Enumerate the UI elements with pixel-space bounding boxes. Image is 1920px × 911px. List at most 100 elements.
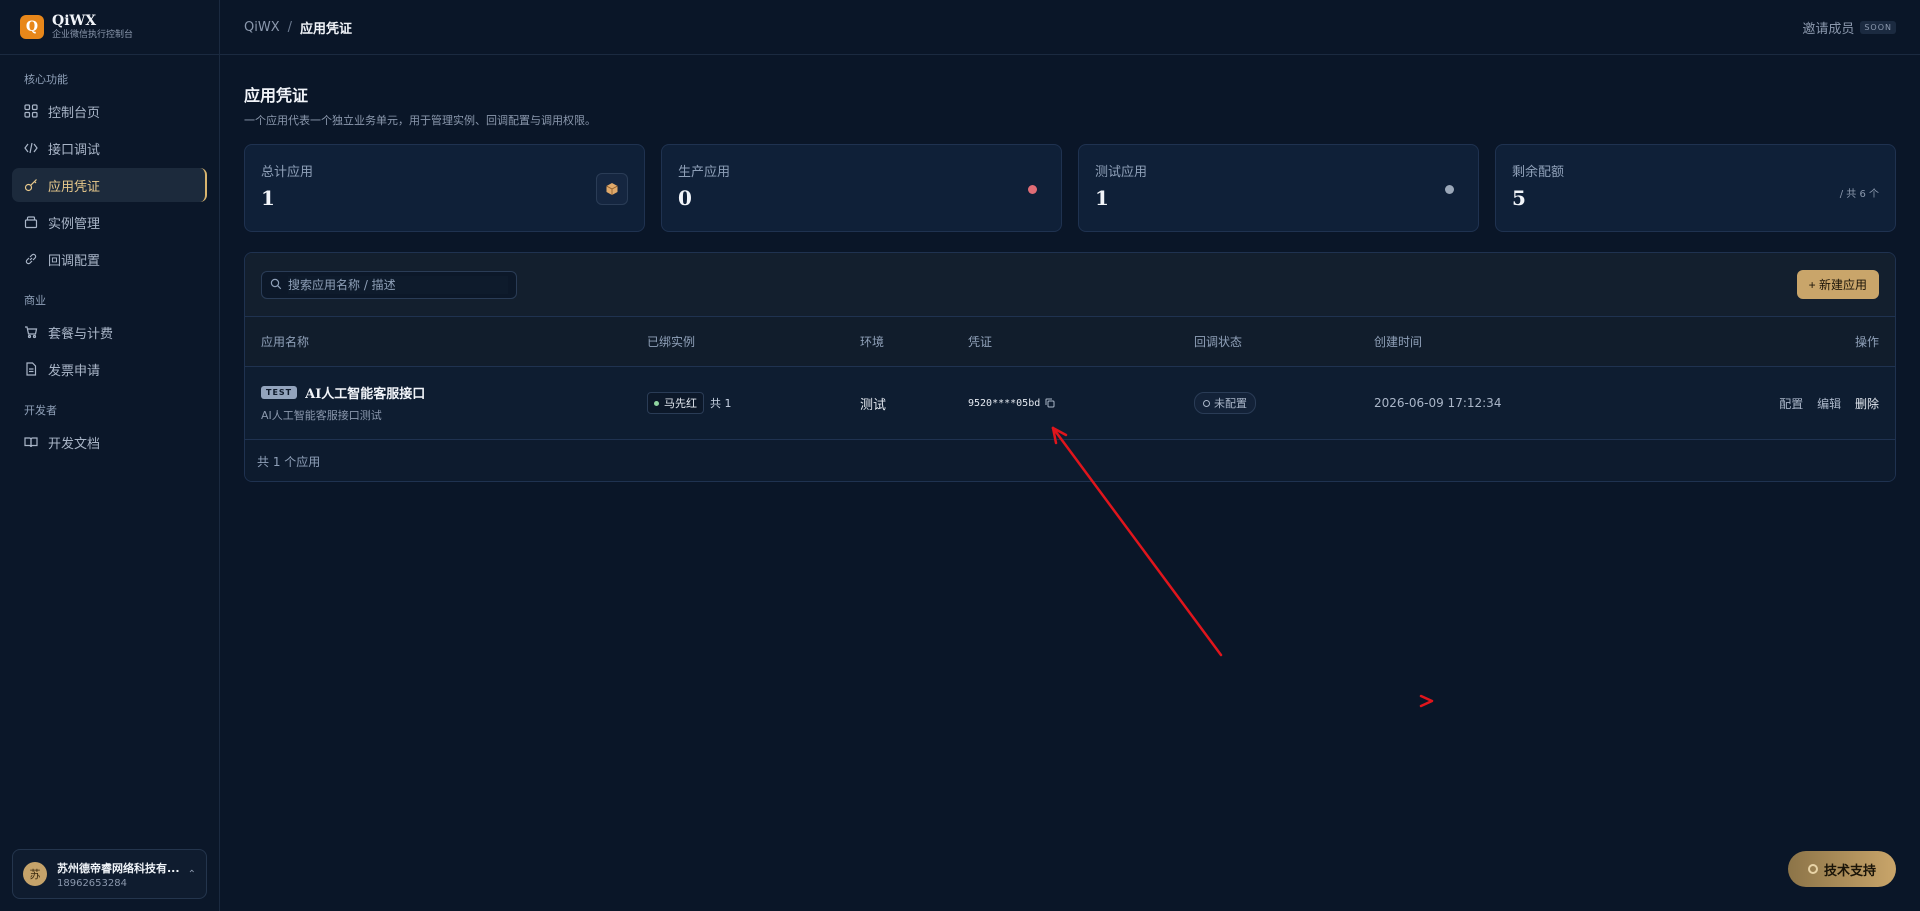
column-header: 操作 xyxy=(1854,335,1879,349)
search-icon xyxy=(270,275,282,294)
stat-label: 测试应用 xyxy=(1095,165,1148,180)
book-icon xyxy=(24,435,38,449)
table-row[interactable]: TEST AI人工智能客服接口 AI人工智能客服接口测试 马先红 共 1 测试 … xyxy=(245,367,1895,440)
support-icon xyxy=(1807,864,1818,874)
instance-chip[interactable]: 马先红 xyxy=(647,392,704,414)
column-header: 应用名称 xyxy=(261,335,310,349)
search-box xyxy=(261,270,517,299)
sidebar-item-callback[interactable]: 回调配置 xyxy=(12,242,207,276)
app-description: AI人工智能客服接口测试 xyxy=(261,409,382,422)
instance-name: 马先红 xyxy=(664,397,697,410)
stat-value: 1 xyxy=(261,186,275,210)
sidebar-item-dashboard[interactable]: 控制台页 xyxy=(12,94,207,128)
sidebar-item-credentials[interactable]: 应用凭证 xyxy=(12,168,207,202)
sidebar: Q QiWX 企业微信执行控制台 核心功能 控制台页 接口调试 应用凭证 实例管… xyxy=(0,0,220,911)
app-name[interactable]: AI人工智能客服接口 xyxy=(305,383,425,402)
invite-label: 邀请成员 xyxy=(1802,21,1855,37)
callback-status: 未配置 xyxy=(1214,397,1247,411)
quota-note: / 共 6 个 xyxy=(1839,189,1879,200)
stat-label: 生产应用 xyxy=(678,165,731,180)
page-description: 一个应用代表一个独立业务单元，用于管理实例、回调配置与调用权限。 xyxy=(244,114,596,127)
nav-section-core: 核心功能 控制台页 接口调试 应用凭证 实例管理 回调配置 xyxy=(0,69,219,276)
link-icon xyxy=(24,252,38,266)
brand-logo: Q xyxy=(20,15,44,39)
created-time: 2026-06-09 17:12:34 xyxy=(1374,396,1502,410)
user-card[interactable]: 苏 苏州德帝睿网络科技有... 18962653284 ⌃ xyxy=(12,849,207,899)
circle-icon xyxy=(1203,399,1210,407)
chevron-up-icon[interactable]: ⌃ xyxy=(188,869,196,880)
topbar: QiWX / 应用凭证 邀请成员 SOON xyxy=(220,0,1920,55)
table-header: 应用名称 已绑实例 环境 凭证 回调状态 创建时间 操作 xyxy=(245,317,1895,367)
nav-section-business: 商业 套餐与计费 发票申请 xyxy=(0,290,219,386)
sidebar-item-label: 控制台页 xyxy=(48,105,101,121)
stat-card-quota: 剩余配额 5 / 共 6 个 xyxy=(1495,144,1896,232)
support-label: 技术支持 xyxy=(1823,863,1876,879)
user-phone: 18962653284 xyxy=(57,877,127,889)
document-icon xyxy=(24,362,38,376)
avatar: 苏 xyxy=(23,862,47,886)
search-input[interactable] xyxy=(288,275,508,294)
sidebar-item-billing[interactable]: 套餐与计费 xyxy=(12,315,207,349)
configure-button[interactable]: 配置 xyxy=(1779,397,1803,411)
sidebar-item-label: 开发文档 xyxy=(48,436,101,452)
callback-status-badge: 未配置 xyxy=(1194,392,1256,415)
nav-heading: 核心功能 xyxy=(24,73,68,86)
new-app-button[interactable]: + 新建应用 xyxy=(1796,270,1879,299)
nav-heading: 商业 xyxy=(24,294,46,307)
annotation-chevron xyxy=(1419,694,1434,708)
credential-cell: 9520****05bd xyxy=(968,398,1194,409)
online-dot xyxy=(654,400,659,406)
delete-button[interactable]: 删除 xyxy=(1855,397,1879,411)
sidebar-item-invoice[interactable]: 发票申请 xyxy=(12,352,207,386)
code-icon xyxy=(24,141,38,155)
column-header: 创建时间 xyxy=(1374,335,1423,349)
copy-icon[interactable] xyxy=(1045,398,1055,408)
edit-button[interactable]: 编辑 xyxy=(1817,397,1841,411)
env-value: 测试 xyxy=(860,397,887,413)
stat-label: 剩余配额 xyxy=(1512,165,1565,180)
status-dot xyxy=(1445,185,1454,194)
stat-value: 5 xyxy=(1512,186,1526,210)
sidebar-item-docs[interactable]: 开发文档 xyxy=(12,425,207,459)
table-footer: 共 1 个应用 xyxy=(245,440,1895,481)
stat-value: 0 xyxy=(678,186,692,210)
brand[interactable]: Q QiWX 企业微信执行控制台 xyxy=(0,0,219,55)
stat-label: 总计应用 xyxy=(261,165,314,180)
nav-section-developer: 开发者 开发文档 xyxy=(0,400,219,459)
invite-members-button[interactable]: 邀请成员 SOON xyxy=(1802,18,1896,37)
instance-cell: 马先红 共 1 xyxy=(647,392,860,414)
stat-card-total: 总计应用 1 xyxy=(244,144,645,232)
page-title: 应用凭证 xyxy=(244,86,309,105)
column-header: 环境 xyxy=(860,335,885,349)
panel-toolbar: + 新建应用 xyxy=(245,253,1895,317)
grid-icon xyxy=(24,104,38,118)
main-content: 应用凭证 一个应用代表一个独立业务单元，用于管理实例、回调配置与调用权限。 总计… xyxy=(244,55,1896,482)
soon-badge: SOON xyxy=(1860,20,1896,34)
sidebar-item-label: 回调配置 xyxy=(48,253,101,269)
brand-title: QiWX xyxy=(52,13,97,29)
sidebar-item-label: 套餐与计费 xyxy=(48,326,114,342)
tech-support-button[interactable]: 技术支持 xyxy=(1788,851,1896,887)
breadcrumb-current: 应用凭证 xyxy=(300,21,353,37)
credential-value: 9520****05bd xyxy=(968,397,1041,409)
actions-cell: 配置 编辑 删除 xyxy=(1674,395,1879,412)
breadcrumb-separator: / xyxy=(287,19,292,35)
app-name-cell: TEST AI人工智能客服接口 AI人工智能客服接口测试 xyxy=(261,383,647,423)
nav-heading: 开发者 xyxy=(24,404,57,417)
env-tag: TEST xyxy=(261,386,298,399)
status-dot xyxy=(1028,185,1037,194)
instance-total: 共 1 xyxy=(710,397,732,410)
stat-card-production: 生产应用 0 xyxy=(661,144,1062,232)
sidebar-item-label: 实例管理 xyxy=(48,216,101,232)
column-header: 回调状态 xyxy=(1194,335,1243,349)
callback-cell: 未配置 xyxy=(1194,392,1374,415)
stat-value: 1 xyxy=(1095,186,1109,210)
sidebar-item-api-debug[interactable]: 接口调试 xyxy=(12,131,207,165)
column-header: 已绑实例 xyxy=(647,335,696,349)
apps-panel: + 新建应用 应用名称 已绑实例 环境 凭证 回调状态 创建时间 操作 TEST… xyxy=(244,252,1896,482)
breadcrumb-root[interactable]: QiWX xyxy=(244,20,280,35)
sidebar-item-instances[interactable]: 实例管理 xyxy=(12,205,207,239)
sidebar-item-label: 接口调试 xyxy=(48,142,101,158)
sidebar-item-label: 发票申请 xyxy=(48,363,101,379)
stats-row: 总计应用 1 生产应用 0 测试应用 1 剩余配额 5 / 共 6 个 xyxy=(244,144,1896,232)
